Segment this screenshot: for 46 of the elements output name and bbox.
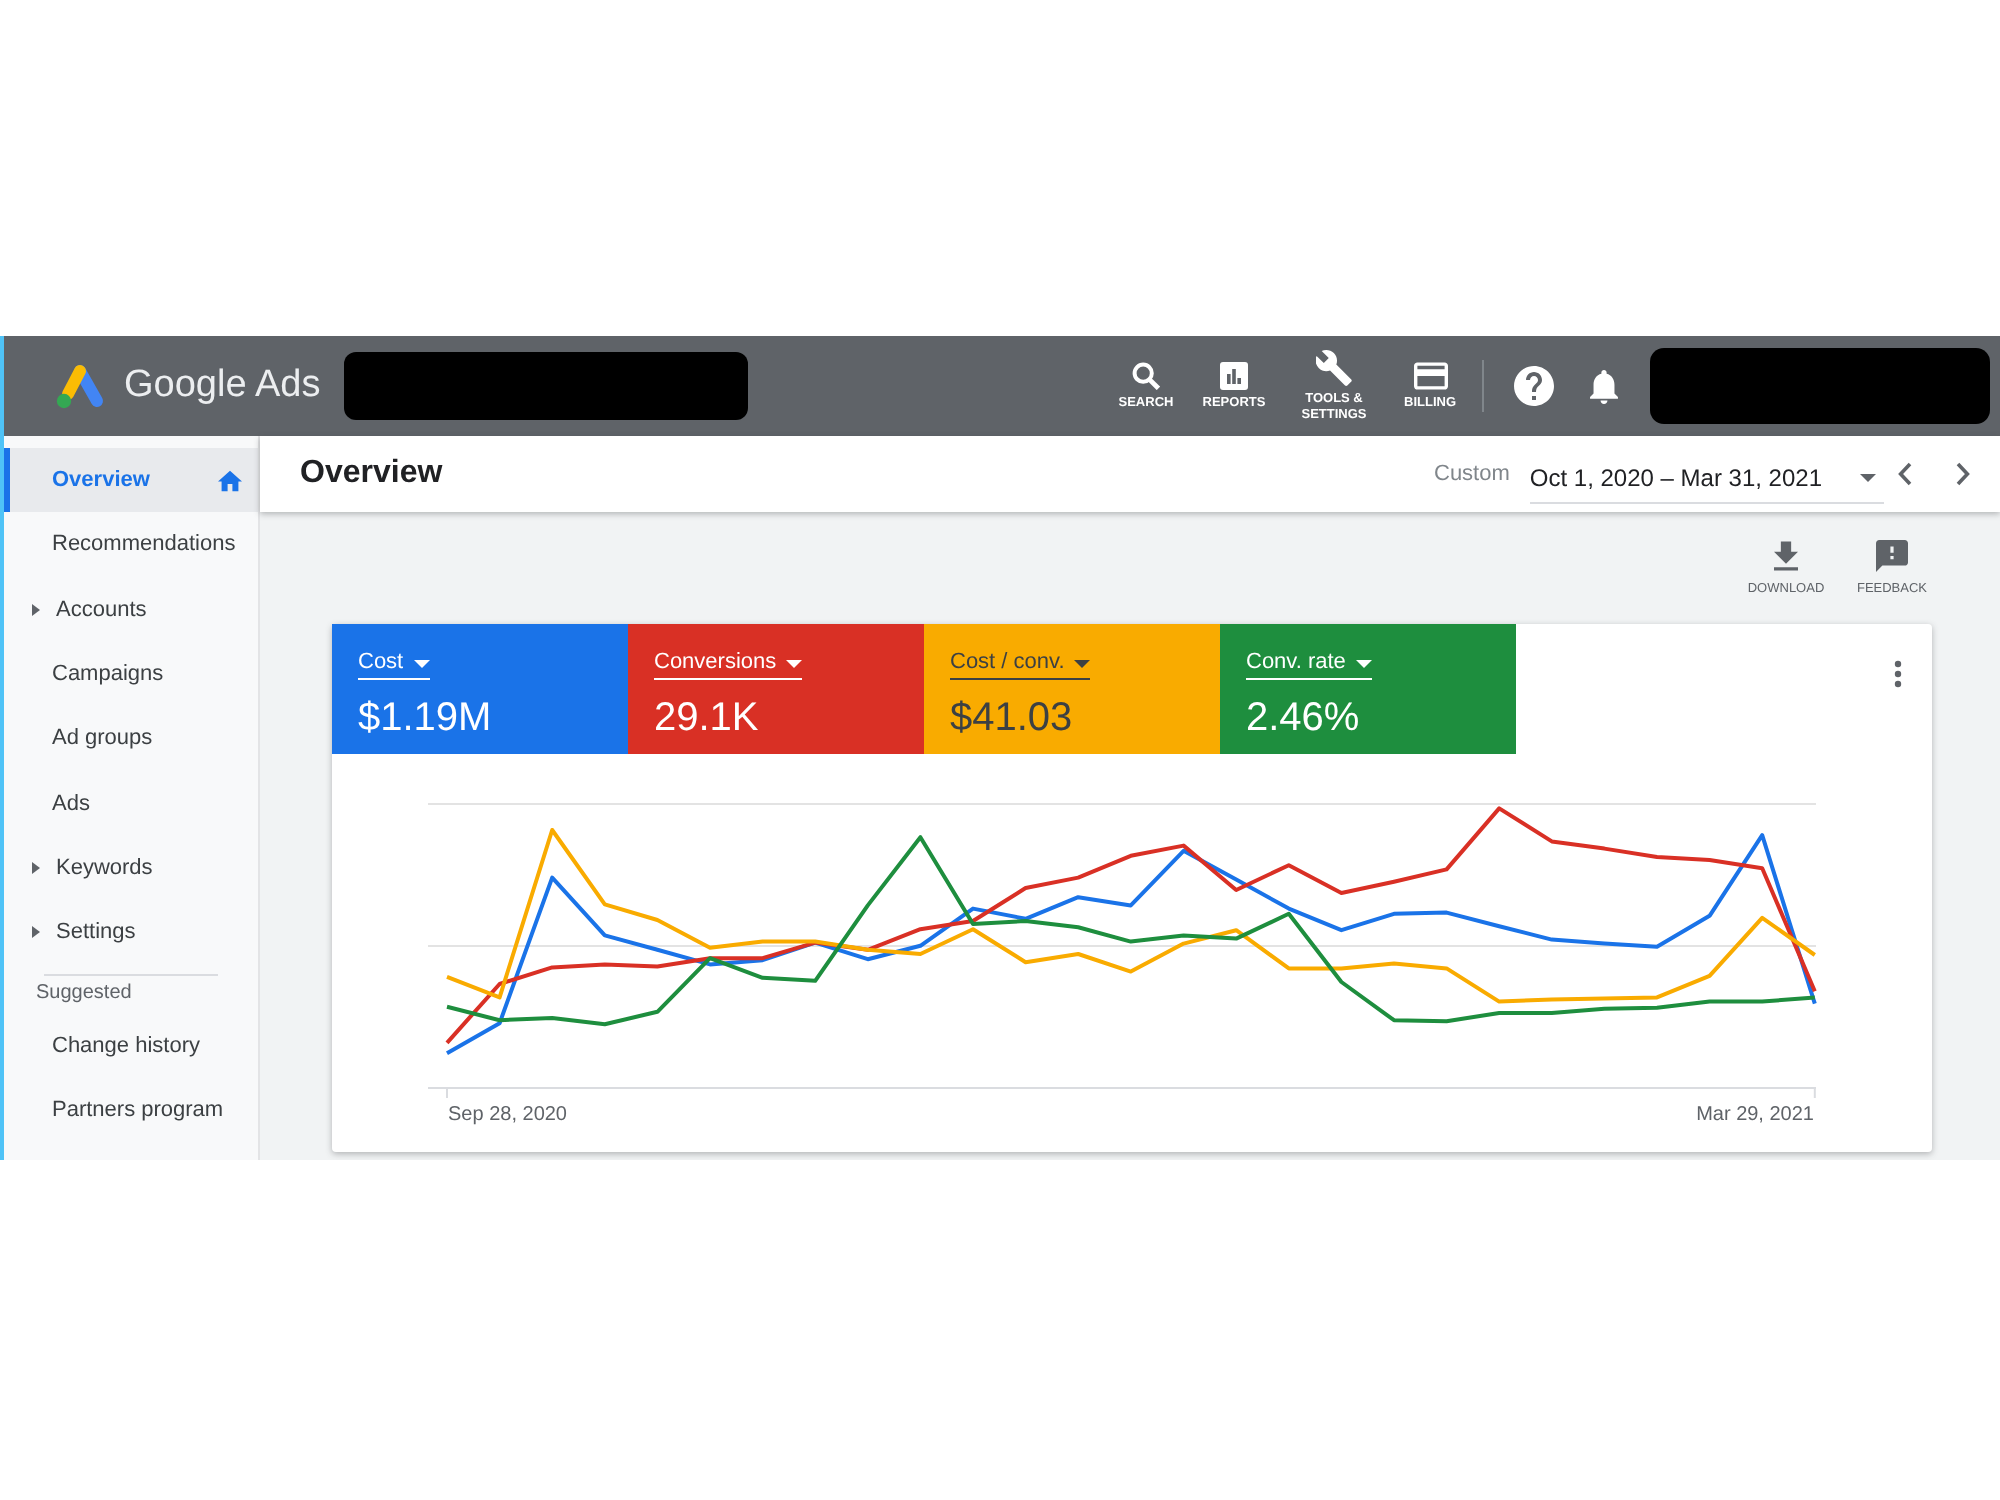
metric-value: 29.1K: [654, 696, 761, 742]
sidebar-item[interactable]: Change history: [4, 1012, 258, 1078]
axis-label: Mar 29, 2021: [1696, 1102, 1814, 1130]
more-options-icon[interactable]: [1894, 660, 1902, 688]
sidebar-item[interactable]: Ads: [4, 770, 258, 836]
expand-caret-icon: [32, 603, 40, 616]
chevron-right-icon[interactable]: [1956, 462, 1970, 486]
download-icon: [1774, 540, 1798, 572]
caret-icon: [1355, 659, 1372, 667]
metric-dropdown[interactable]: Cost / conv.: [950, 650, 1091, 680]
home-icon: [218, 469, 242, 492]
metric-dropdown[interactable]: Cost: [358, 650, 430, 680]
bell-icon[interactable]: [1590, 369, 1618, 403]
logo-icon: [54, 362, 106, 410]
sidebar-item[interactable]: Accounts: [4, 577, 258, 642]
metric-value: $41.03: [950, 696, 1075, 742]
date-range-dropdown[interactable]: Oct 1, 2020 – Mar 31, 2021: [1529, 455, 1884, 503]
date-preset-label: Custom: [1434, 462, 1510, 486]
sidebar-item[interactable]: Settings: [4, 900, 258, 965]
page-title: Overview: [300, 456, 443, 492]
search-icon: [1132, 361, 1160, 389]
sidebar-item[interactable]: Overview: [4, 448, 258, 513]
bar-chart-icon: [1220, 361, 1248, 389]
expand-caret-icon: [32, 926, 40, 939]
caret-icon: [1860, 473, 1876, 481]
product-name: Google Ads: [124, 364, 321, 408]
help-icon[interactable]: [1514, 366, 1554, 406]
metric-value: $1.19M: [358, 696, 494, 742]
sidebar-item[interactable]: Partners program: [4, 1077, 258, 1142]
expand-caret-icon: [32, 861, 40, 874]
caret-icon: [786, 659, 803, 667]
sidebar-item[interactable]: Ad groups: [4, 706, 258, 771]
metric-value: 2.46%: [1246, 696, 1362, 742]
feedback-icon: [1876, 540, 1908, 572]
chevron-left-icon[interactable]: [1898, 462, 1912, 486]
wrench-icon: [1316, 349, 1352, 385]
metric-dropdown[interactable]: Conversions: [654, 650, 803, 680]
sidebar-item[interactable]: Keywords: [4, 835, 258, 901]
metric-dropdown[interactable]: Conv. rate: [1246, 650, 1372, 680]
caret-icon: [1074, 659, 1091, 667]
caret-icon: [413, 659, 430, 667]
credit-card-icon: [1413, 361, 1447, 389]
section-heading: Suggested: [34, 980, 134, 1009]
sidebar-item[interactable]: Recommendations: [4, 512, 258, 578]
sidebar-item[interactable]: Campaigns: [4, 641, 258, 707]
axis-label: Sep 28, 2020: [448, 1102, 567, 1130]
